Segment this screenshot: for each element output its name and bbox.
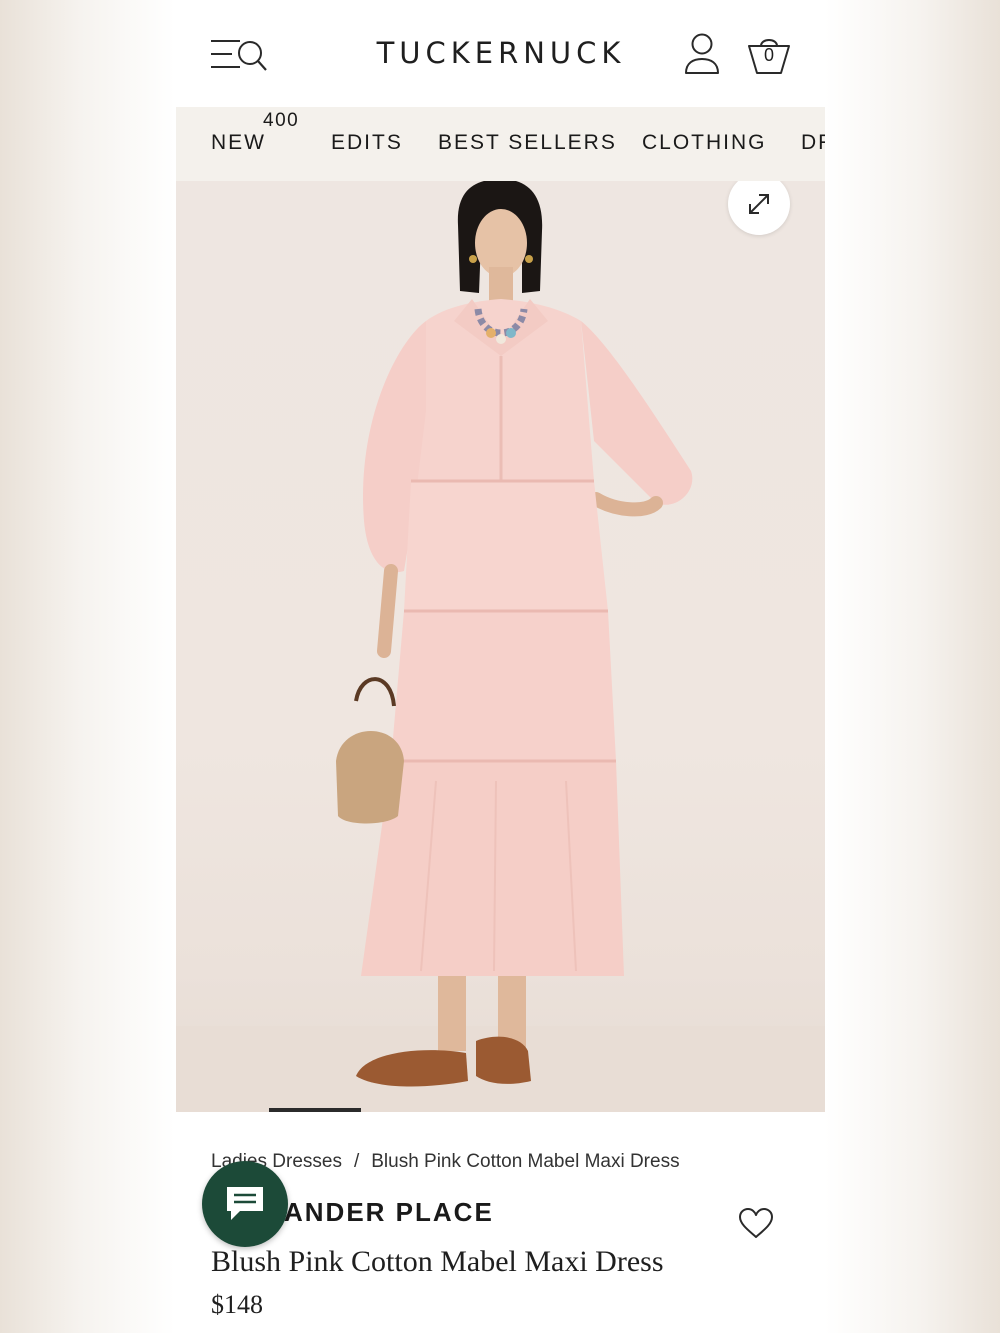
- chat-icon: [227, 1187, 263, 1220]
- account-icon[interactable]: [682, 32, 722, 78]
- breadcrumb-separator: /: [353, 1151, 360, 1172]
- site-header: TUCKERNUCK 0: [176, 0, 825, 107]
- shopping-bag-icon[interactable]: 0: [746, 30, 792, 76]
- breadcrumb: Ladies Dresses / Blush Pink Cotton Mabel M…: [211, 1151, 680, 1173]
- product-title: Blush Pink Cotton Mabel Maxi Dress: [211, 1245, 664, 1278]
- nav-item-best-sellers[interactable]: BEST SELLERS: [438, 131, 617, 155]
- product-page: TUCKERNUCK 0 NEW 400 EDITS BEST SELLERS …: [176, 0, 825, 1333]
- product-photo: [176, 181, 825, 1112]
- nav-item-new[interactable]: NEW: [211, 131, 266, 155]
- expand-image-button[interactable]: [728, 181, 790, 235]
- bag-count: 0: [763, 45, 774, 65]
- expand-icon: [749, 194, 769, 214]
- breadcrumb-current: Blush Pink Cotton Mabel Maxi Dress: [371, 1151, 680, 1172]
- menu-search-icon[interactable]: [210, 37, 268, 73]
- nav-item-clothing[interactable]: CLOTHING: [642, 131, 767, 155]
- category-nav: NEW 400 EDITS BEST SELLERS CLOTHING DR: [176, 107, 825, 181]
- product-price: $148: [211, 1290, 263, 1319]
- gallery-progress-indicator: [269, 1108, 361, 1112]
- nav-item-edits[interactable]: EDITS: [331, 131, 403, 155]
- site-logo[interactable]: TUCKERNUCK: [326, 36, 676, 70]
- heart-icon[interactable]: [738, 1208, 774, 1240]
- nav-item-dresses[interactable]: DR: [801, 131, 825, 155]
- product-image[interactable]: [176, 181, 825, 1112]
- chat-button[interactable]: [202, 1161, 288, 1247]
- nav-new-count-badge: 400: [263, 110, 300, 131]
- product-brand[interactable]: ANDER PLACE: [284, 1197, 494, 1228]
